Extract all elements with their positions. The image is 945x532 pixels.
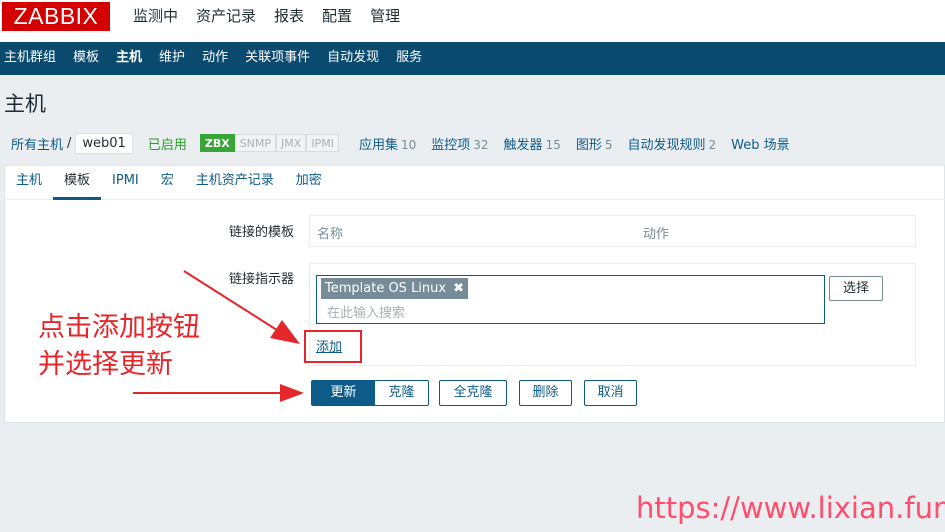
- breadcrumb-web-scenarios[interactable]: Web 场景: [731, 134, 792, 153]
- badge-zbx: ZBX: [199, 134, 235, 152]
- breadcrumb-all-hosts[interactable]: 所有主机: [11, 134, 63, 153]
- col-action-header: 动作: [643, 227, 670, 242]
- top-menu-administration[interactable]: 管理: [361, 0, 409, 32]
- tab-templates[interactable]: 模板: [53, 166, 102, 200]
- sub-menu-hosts[interactable]: 主机: [111, 42, 147, 75]
- selected-template-label: Template OS Linux: [325, 281, 447, 296]
- breadcrumb-separator: /: [67, 135, 72, 151]
- host-form-panel: 主机 模板 IPMI 宏 主机资产记录 加密 链接的模板 名称 动作 链接指示器…: [4, 165, 945, 423]
- selected-template-chip: Template OS Linux ✖: [321, 278, 469, 299]
- sub-menu-services[interactable]: 服务: [391, 42, 427, 75]
- delete-button[interactable]: 删除: [519, 380, 572, 406]
- top-menu: 监测中 资产记录 报表 配置 管理: [124, 0, 409, 42]
- page-content: 主机 所有主机 / web01 已启用 ZBX SNMP JMX IPMI 应用…: [0, 75, 945, 532]
- update-button[interactable]: 更新: [311, 380, 376, 406]
- sub-navigation: 主机群组 模板 主机 维护 动作 关联项事件 自动发现 服务: [0, 42, 945, 75]
- annotation-line-2: 并选择更新: [38, 349, 173, 380]
- sub-menu-host-groups[interactable]: 主机群组: [0, 42, 61, 75]
- top-menu-inventory[interactable]: 资产记录: [187, 0, 265, 32]
- highlight-box: [304, 330, 362, 363]
- linked-templates-table: 名称 动作: [309, 215, 916, 247]
- tab-ipmi[interactable]: IPMI: [101, 166, 150, 200]
- top-navigation: ZABBIX 监测中 资产记录 报表 配置 管理: [0, 0, 945, 42]
- tab-macros[interactable]: 宏: [150, 166, 185, 200]
- select-button[interactable]: 选择: [829, 276, 883, 301]
- sub-menu-maintenance[interactable]: 维护: [154, 42, 190, 75]
- sub-menu-actions[interactable]: 动作: [197, 42, 233, 75]
- full-clone-button[interactable]: 全克隆: [439, 380, 507, 406]
- tab-inventory[interactable]: 主机资产记录: [185, 166, 285, 200]
- zabbix-logo[interactable]: ZABBIX: [2, 2, 110, 31]
- cancel-button[interactable]: 取消: [584, 380, 637, 406]
- breadcrumb-host: web01: [75, 132, 133, 154]
- linked-templates-label: 链接的模板: [229, 225, 295, 240]
- top-menu-reports[interactable]: 报表: [265, 0, 313, 32]
- badge-snmp: SNMP: [234, 134, 277, 152]
- breadcrumb: 所有主机 / web01 已启用 ZBX SNMP JMX IPMI 应用集 10…: [11, 130, 808, 156]
- breadcrumb-applications[interactable]: 应用集 10: [359, 134, 416, 153]
- breadcrumb-items[interactable]: 监控项 32: [431, 134, 488, 153]
- page-title: 主机: [4, 92, 46, 116]
- top-menu-configuration[interactable]: 配置: [313, 0, 361, 32]
- breadcrumb-triggers[interactable]: 触发器 15: [504, 134, 561, 153]
- link-indicator-label: 链接指示器: [229, 272, 295, 287]
- template-search-input[interactable]: 在此输入搜索: [327, 302, 405, 321]
- tab-host[interactable]: 主机: [5, 166, 53, 200]
- badge-ipmi: IPMI: [306, 134, 339, 152]
- badge-jmx: JMX: [276, 134, 307, 152]
- watermark: https://www.lixian.fun: [636, 491, 945, 525]
- sub-menu-event-correlation[interactable]: 关联项事件: [240, 42, 315, 75]
- host-tabs: 主机 模板 IPMI 宏 主机资产记录 加密: [5, 166, 945, 200]
- annotation-line-1: 点击添加按钮: [38, 312, 200, 343]
- tab-encryption[interactable]: 加密: [285, 166, 333, 200]
- sub-menu-discovery[interactable]: 自动发现: [322, 42, 384, 75]
- col-name-header: 名称: [317, 227, 344, 242]
- top-menu-monitoring[interactable]: 监测中: [124, 0, 187, 32]
- host-status-enabled[interactable]: 已启用: [148, 134, 187, 153]
- clone-button[interactable]: 克隆: [374, 380, 429, 406]
- breadcrumb-discovery-rules[interactable]: 自动发现规则 2: [628, 134, 717, 153]
- breadcrumb-graphs[interactable]: 图形 5: [576, 134, 613, 153]
- sub-menu-templates[interactable]: 模板: [68, 42, 104, 75]
- availability-badges: ZBX SNMP JMX IPMI: [199, 134, 339, 152]
- remove-template-icon[interactable]: ✖: [453, 278, 464, 299]
- template-multiselect[interactable]: Template OS Linux ✖ 在此输入搜索: [316, 275, 825, 324]
